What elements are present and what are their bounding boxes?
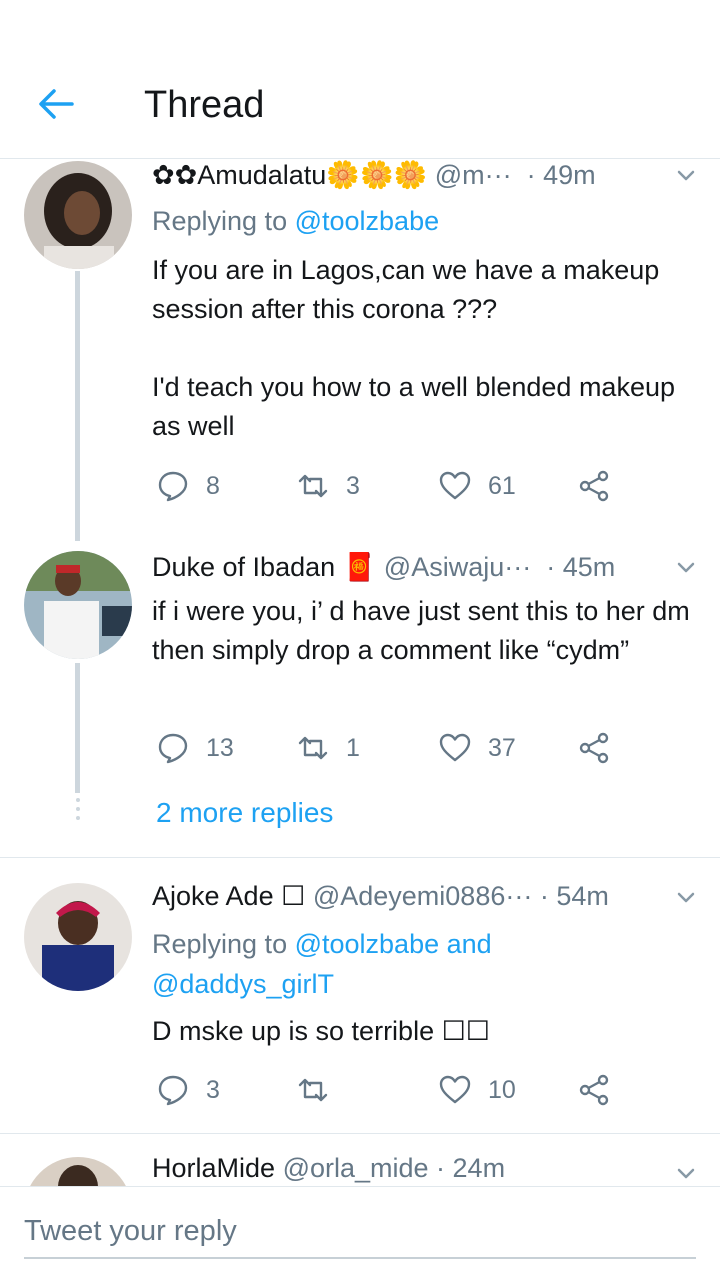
top-bar: Thread <box>0 0 720 159</box>
like-button[interactable]: 10 <box>438 1073 516 1107</box>
retweet-button[interactable]: 1 <box>296 731 360 765</box>
timestamp: · 24m <box>436 1153 506 1183</box>
share-button[interactable] <box>578 731 628 765</box>
replying-to: Replying to @toolzbabe <box>152 206 440 236</box>
retweet-button[interactable]: 3 <box>296 469 360 503</box>
avatar[interactable] <box>24 1157 132 1186</box>
tweet-header: Duke of Ibadan 🧧 @Asiwaju··· · 45m <box>152 551 698 587</box>
share-icon <box>579 470 609 502</box>
like-count: 10 <box>488 1075 516 1104</box>
avatar[interactable] <box>24 551 132 659</box>
retweet-icon <box>298 474 328 498</box>
arrow-left-icon <box>39 89 74 119</box>
tweet-text: If you are in Lagos,can we have a makeup… <box>152 255 675 441</box>
heart-icon <box>439 471 471 500</box>
timestamp: · 45m <box>546 552 616 582</box>
retweet-icon <box>298 736 328 760</box>
reply-count: 8 <box>206 471 220 500</box>
share-icon <box>579 1074 609 1106</box>
chevron-down-icon[interactable] <box>674 163 698 187</box>
like-button[interactable]: 37 <box>438 731 516 765</box>
retweet-count: 1 <box>346 733 360 762</box>
reply-icon <box>158 471 188 502</box>
reply-icon <box>158 733 188 764</box>
thread-list[interactable]: ✿✿Amudalatu🌼🌼🌼 @m··· · 49m Replying to @… <box>0 159 720 1186</box>
tweet-text: D mske up is so terrible ☐☐ <box>152 1016 491 1046</box>
chevron-down-icon[interactable] <box>674 885 698 909</box>
user-handle: @orla_mide <box>282 1153 429 1183</box>
mention-link[interactable]: @toolzbabe <box>295 206 440 236</box>
divider <box>0 1133 720 1134</box>
tweet-actions: 3 10 <box>152 1073 622 1113</box>
retweet-button[interactable] <box>296 1073 346 1107</box>
tweet-header: ✿✿Amudalatu🌼🌼🌼 @m··· · 49m <box>152 159 698 195</box>
avatar[interactable] <box>24 161 132 269</box>
retweet-count: 3 <box>346 471 360 500</box>
tweet-actions: 8 3 61 <box>152 469 622 509</box>
display-name[interactable]: Ajoke Ade ☐ <box>152 881 305 911</box>
page-title: Thread <box>144 84 265 126</box>
reply-count: 3 <box>206 1075 220 1104</box>
user-handle: @Adeyemi0886··· <box>312 881 533 911</box>
thread-connector <box>75 271 80 541</box>
reply-count: 13 <box>206 733 234 762</box>
display-name[interactable]: Duke of Ibadan <box>152 552 335 582</box>
like-count: 37 <box>488 733 516 762</box>
retweet-icon <box>298 1078 328 1102</box>
badge-icon: 🧧 <box>342 552 377 582</box>
heart-icon <box>439 733 471 762</box>
timestamp: · 54m <box>539 881 609 911</box>
replying-to: Replying to @toolzbabe and @daddys_girlT <box>152 929 492 999</box>
avatar[interactable] <box>24 883 132 991</box>
more-replies-link[interactable]: 2 more replies <box>156 797 333 829</box>
back-button[interactable] <box>36 84 76 124</box>
timestamp: · 49m <box>526 160 596 190</box>
tweet-actions: 13 1 37 <box>152 731 622 771</box>
like-count: 61 <box>488 471 516 500</box>
heart-icon <box>439 1075 471 1104</box>
chevron-down-icon[interactable] <box>674 1161 698 1185</box>
share-button[interactable] <box>578 1073 628 1107</box>
tweet-header: Ajoke Ade ☐ @Adeyemi0886··· · 54m <box>152 881 698 917</box>
like-button[interactable]: 61 <box>438 469 516 503</box>
thread-connector <box>75 663 80 793</box>
display-name[interactable]: ✿✿Amudalatu🌼🌼🌼 <box>152 160 427 190</box>
reply-button[interactable]: 3 <box>156 1073 220 1107</box>
reply-button[interactable]: 8 <box>156 469 220 503</box>
share-icon <box>579 732 609 764</box>
share-button[interactable] <box>578 469 628 503</box>
reply-icon <box>158 1075 188 1106</box>
display-name[interactable]: HorlaMide <box>152 1153 275 1183</box>
reply-composer <box>0 1186 720 1281</box>
reply-input[interactable] <box>24 1205 696 1259</box>
user-handle: @Asiwaju··· <box>383 552 532 582</box>
chevron-down-icon[interactable] <box>674 555 698 579</box>
user-handle: @m··· <box>434 160 512 190</box>
tweet-text: if i were you, i’ d have just sent this … <box>152 596 690 665</box>
tweet-header: HorlaMide @orla_mide · 24m <box>152 1153 698 1186</box>
more-dots <box>74 798 82 828</box>
reply-button[interactable]: 13 <box>156 731 234 765</box>
divider <box>0 857 720 858</box>
